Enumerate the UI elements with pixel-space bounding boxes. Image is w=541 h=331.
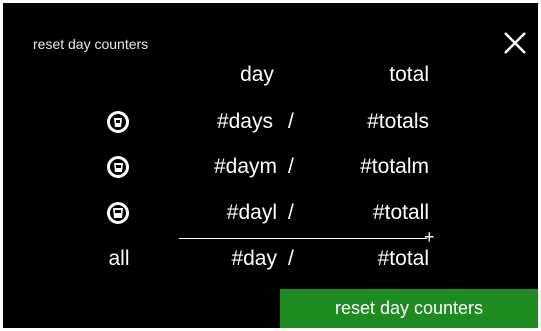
cup-small-icon — [107, 111, 129, 133]
reset-day-counters-button[interactable]: reset day counters — [280, 289, 538, 328]
separator: / — [288, 247, 294, 270]
cup-large-icon — [107, 202, 129, 224]
plus-sign: + — [424, 227, 435, 247]
total-count-small: #totals — [367, 110, 429, 133]
column-header-total: total — [389, 63, 429, 86]
separator: / — [288, 201, 294, 224]
total-count-medium: #totalm — [360, 155, 429, 178]
sum-divider — [179, 238, 427, 239]
day-count-large: #dayl — [226, 201, 277, 224]
screen: reset day counters day total #days / #to… — [3, 3, 538, 328]
day-count-medium: #daym — [213, 155, 277, 178]
day-count-all: #day — [231, 247, 277, 270]
column-header-day: day — [240, 63, 274, 86]
page-title: reset day counters — [33, 36, 149, 52]
day-count-small: #days — [216, 110, 273, 133]
cup-medium-icon — [107, 156, 129, 178]
separator: / — [288, 155, 294, 178]
close-icon[interactable] — [502, 30, 528, 56]
all-label: all — [108, 247, 130, 270]
total-count-all: #total — [377, 247, 429, 270]
total-count-large: #totall — [372, 201, 429, 224]
separator: / — [288, 110, 294, 133]
